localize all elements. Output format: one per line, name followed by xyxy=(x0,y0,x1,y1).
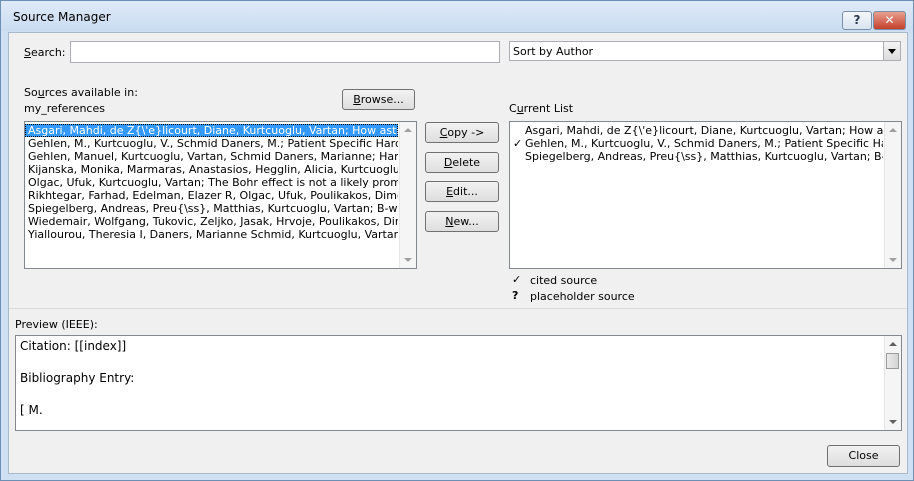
list-item-text: Asgari, Mahdi, de Z{\'e}licourt, Diane, … xyxy=(525,124,883,137)
title-bar[interactable]: Source Manager ? ✕ xyxy=(1,1,913,31)
scroll-up-icon[interactable] xyxy=(889,342,897,346)
sources-available-list[interactable]: Asgari, Mahdi, de Z{\'e}licourt, Diane, … xyxy=(24,121,417,269)
search-label: Search: xyxy=(24,46,66,59)
chevron-down-icon[interactable] xyxy=(883,42,900,60)
list-item[interactable]: Gehlen, M., Kurtcuoglu, V., Schmid Daner… xyxy=(25,137,398,150)
close-window-button[interactable]: ✕ xyxy=(873,11,906,30)
scrollbar[interactable] xyxy=(884,336,901,430)
scroll-down-icon[interactable] xyxy=(889,420,897,424)
list-item[interactable]: Wiedemair, Wolfgang, Tukovic, Zeljko, Ja… xyxy=(25,215,398,228)
current-list[interactable]: Asgari, Mahdi, de Z{\'e}licourt, Diane, … xyxy=(509,121,902,269)
new-button[interactable]: New... xyxy=(425,211,499,232)
copy-button[interactable]: Copy -> xyxy=(425,122,499,143)
search-input[interactable] xyxy=(70,41,500,63)
scroll-up-icon[interactable] xyxy=(889,128,897,132)
preview-pane[interactable]: Citation: [[index]] Bibliography Entry: [ … xyxy=(15,335,902,431)
browse-button[interactable]: Browse... xyxy=(342,89,415,110)
placeholder-question-icon: ? xyxy=(512,289,519,302)
preview-line: Citation: [[index]] xyxy=(20,339,127,353)
list-item-text: Gehlen, M., Kurtcuoglu, V., Schmid Daner… xyxy=(525,137,883,150)
list-item[interactable]: Yiallourou, Theresia I, Daners, Marianne… xyxy=(25,228,398,241)
scroll-down-icon[interactable] xyxy=(889,258,897,262)
sort-dropdown[interactable]: Sort by Author xyxy=(509,41,901,61)
list-item[interactable]: Spiegelberg, Andreas, Preu{\ss}, Matthia… xyxy=(510,150,883,163)
list-item[interactable]: Olgac, Ufuk, Kurtcuoglu, Vartan; The Boh… xyxy=(25,176,398,189)
list-item[interactable]: Rikhtegar, Farhad, Edelman, Elazer R, Ol… xyxy=(25,189,398,202)
list-item[interactable]: Kijanska, Monika, Marmaras, Anastasios, … xyxy=(25,163,398,176)
list-item[interactable]: Gehlen, Manuel, Kurtcuoglu, Vartan, Schm… xyxy=(25,150,398,163)
preview-line xyxy=(20,386,897,402)
sources-available-label: Sources available in: xyxy=(24,86,138,99)
delete-button[interactable]: Delete xyxy=(425,152,499,173)
close-button[interactable]: Close xyxy=(827,445,900,467)
list-item-text: Spiegelberg, Andreas, Preu{\ss}, Matthia… xyxy=(525,150,883,163)
source-manager-dialog: Source Manager ? ✕ Search: Sort by Autho… xyxy=(0,0,914,481)
preview-label: Preview (IEEE): xyxy=(15,318,98,331)
sort-selected-value: Sort by Author xyxy=(513,45,594,58)
dialog-title: Source Manager xyxy=(13,10,111,24)
list-item[interactable]: Asgari, Mahdi, de Z{\'e}licourt, Diane, … xyxy=(510,124,883,137)
list-item[interactable]: Spiegelberg, Andreas, Preu{\ss}, Matthia… xyxy=(25,202,398,215)
check-icon: ✓ xyxy=(513,137,523,150)
current-list-label: Current List xyxy=(509,102,574,115)
preview-line xyxy=(20,354,897,370)
scroll-thumb[interactable] xyxy=(886,353,899,369)
scroll-down-icon[interactable] xyxy=(404,258,412,262)
divider xyxy=(9,308,907,309)
cited-source-label: cited source xyxy=(530,274,598,287)
list-item[interactable]: ✓ Gehlen, M., Kurtcuoglu, V., Schmid Dane… xyxy=(510,137,883,150)
dialog-body: Search: Sort by Author Sources available… xyxy=(8,32,908,474)
sources-location: my_references xyxy=(24,102,105,115)
cited-check-icon: ✓ xyxy=(512,273,522,286)
help-button[interactable]: ? xyxy=(842,11,872,30)
scrollbar[interactable] xyxy=(884,122,901,268)
scroll-up-icon[interactable] xyxy=(404,128,412,132)
preview-line: [ M. xyxy=(20,403,43,417)
edit-button[interactable]: Edit... xyxy=(425,181,499,202)
list-item[interactable]: Asgari, Mahdi, de Z{\'e}licourt, Diane, … xyxy=(25,124,398,137)
scrollbar[interactable] xyxy=(399,122,416,268)
preview-line: Bibliography Entry: xyxy=(20,371,135,385)
placeholder-source-label: placeholder source xyxy=(530,290,635,303)
